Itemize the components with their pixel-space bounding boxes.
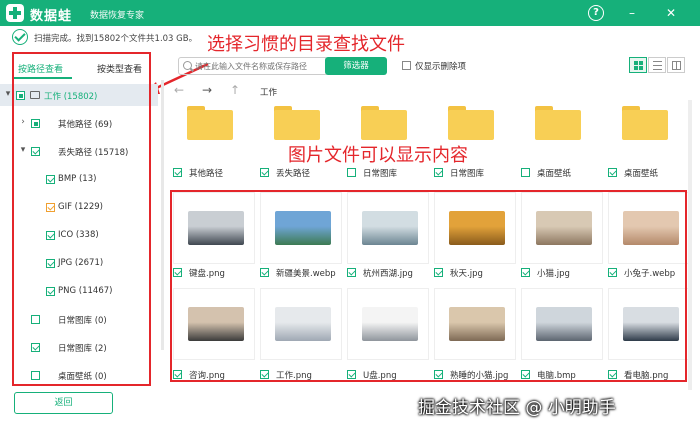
annotation-sidebar-box [12, 52, 151, 386]
folder-checkbox[interactable] [434, 168, 443, 177]
folder-tile[interactable] [341, 100, 423, 172]
app-name: 数据蛙 [30, 9, 73, 24]
search-box[interactable] [178, 57, 328, 75]
watermark: 掘金技术社区 @ 小明助手 [418, 398, 616, 418]
search-icon [183, 61, 192, 70]
up-arrow-icon[interactable]: ↑ [230, 83, 240, 97]
status-text: 扫描完成。找到15802个文件共1.03 GB。 [34, 34, 198, 44]
detail-view-icon [672, 61, 681, 70]
only-deleted-label: 仅显示删除项 [415, 62, 467, 72]
close-icon[interactable]: ✕ [663, 5, 679, 21]
title-bar: 数据蛙 数据恢复专家 ? – ✕ [0, 0, 700, 26]
forward-arrow-icon[interactable]: → [202, 83, 212, 97]
folder-name: 桌面壁纸 [624, 169, 659, 179]
breadcrumb: 工作 [260, 88, 278, 98]
folder-tile[interactable] [602, 100, 684, 172]
folder-checkbox[interactable] [173, 168, 182, 177]
folder-icon [361, 106, 407, 140]
folder-name: 日常图库 [363, 169, 398, 179]
folder-icon [274, 106, 320, 140]
folder-name: 日常图库 [450, 169, 485, 179]
folder-icon [448, 106, 494, 140]
folder-icon [535, 106, 581, 140]
file-grid-scrollbar[interactable] [688, 100, 692, 390]
folder-icon [622, 106, 668, 140]
app-logo-icon [6, 4, 24, 22]
sidebar-scrollbar[interactable] [161, 80, 164, 350]
folder-tile[interactable] [428, 100, 510, 172]
folder-tile[interactable] [254, 100, 336, 172]
search-input[interactable] [195, 60, 325, 72]
grid-view-icon [634, 61, 643, 70]
folder-checkbox[interactable] [521, 168, 530, 177]
back-button[interactable]: 返回 [14, 392, 113, 414]
folder-name: 其他路径 [189, 169, 224, 179]
grid-view-button[interactable] [629, 57, 647, 73]
annotation-images-box [170, 190, 687, 382]
back-arrow-icon[interactable]: ← [174, 83, 184, 97]
folder-checkbox[interactable] [347, 168, 356, 177]
list-view-button[interactable] [648, 57, 666, 73]
app-subtitle: 数据恢复专家 [90, 11, 145, 21]
list-view-icon [653, 61, 662, 70]
detail-view-button[interactable] [667, 57, 685, 73]
check-circle-icon [12, 29, 28, 45]
folder-icon [187, 106, 233, 140]
folder-name: 桌面壁纸 [537, 169, 572, 179]
folder-checkbox[interactable] [260, 168, 269, 177]
folder-name: 丢失路径 [276, 169, 311, 179]
annotation-directory-hint: 选择习惯的目录查找文件 [207, 34, 405, 55]
only-deleted-checkbox[interactable] [402, 61, 411, 70]
folder-tile[interactable] [167, 100, 249, 172]
folder-checkbox[interactable] [608, 168, 617, 177]
help-icon[interactable]: ? [588, 5, 604, 21]
minimize-icon[interactable]: – [624, 5, 640, 21]
filter-button[interactable]: 筛选器 [325, 57, 387, 75]
folder-tile[interactable] [515, 100, 597, 172]
